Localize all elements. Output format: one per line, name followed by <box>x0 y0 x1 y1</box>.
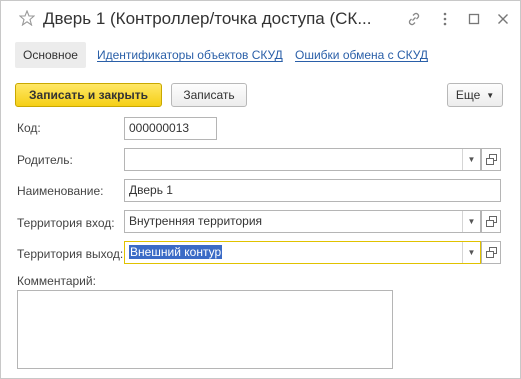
territory-out-value: Внешний контур <box>129 245 223 259</box>
territory-out-label: Территория выход: <box>17 247 124 261</box>
parent-dropdown-icon[interactable]: ▼ <box>462 149 480 170</box>
territory-in-dropdown-icon[interactable]: ▼ <box>462 211 480 232</box>
favorite-star-icon[interactable] <box>18 9 36 27</box>
territory-out-dropdown-icon[interactable]: ▼ <box>462 242 480 263</box>
code-label: Код: <box>17 121 41 135</box>
name-field[interactable]: Дверь 1 <box>124 179 501 202</box>
tab-acs-exchange-errors[interactable]: Ошибки обмена с СКУД <box>295 42 428 68</box>
link-icon[interactable] <box>406 11 422 27</box>
more-button-label: Еще <box>455 88 481 102</box>
save-and-close-button[interactable]: Записать и закрыть <box>15 83 162 107</box>
territory-in-field[interactable]: Внутренняя территория ▼ <box>124 210 481 233</box>
territory-in-label: Территория вход: <box>17 216 115 230</box>
more-actions-icon[interactable] <box>437 11 453 27</box>
close-icon[interactable] <box>495 11 511 27</box>
parent-label: Родитель: <box>17 153 73 167</box>
open-icon <box>486 216 497 227</box>
open-icon <box>486 247 497 258</box>
territory-in-open-button[interactable] <box>481 210 501 233</box>
comment-textarea[interactable] <box>17 290 393 369</box>
form-window: Дверь 1 (Контроллер/точка доступа (СК...… <box>0 0 521 379</box>
title-bar: Дверь 1 (Контроллер/точка доступа (СК... <box>1 1 520 37</box>
name-label: Наименование: <box>17 184 104 198</box>
territory-in-value: Внутренняя территория <box>129 214 263 228</box>
territory-out-open-button[interactable] <box>481 241 501 264</box>
parent-field[interactable]: ▼ <box>124 148 481 171</box>
window-title: Дверь 1 (Контроллер/точка доступа (СК... <box>43 9 372 28</box>
parent-open-button[interactable] <box>481 148 501 171</box>
save-button[interactable]: Записать <box>171 83 247 107</box>
tab-main[interactable]: Основное <box>15 42 86 68</box>
comment-label: Комментарий: <box>17 274 96 288</box>
more-button[interactable]: Еще ▼ <box>447 83 503 107</box>
territory-out-field[interactable]: Внешний контур ▼ <box>124 241 481 264</box>
code-field[interactable]: 000000013 <box>124 117 217 140</box>
chevron-down-icon: ▼ <box>486 90 495 100</box>
tab-acs-identifiers[interactable]: Идентификаторы объектов СКУД <box>97 42 283 68</box>
open-icon <box>486 154 497 165</box>
maximize-icon[interactable] <box>466 11 482 27</box>
